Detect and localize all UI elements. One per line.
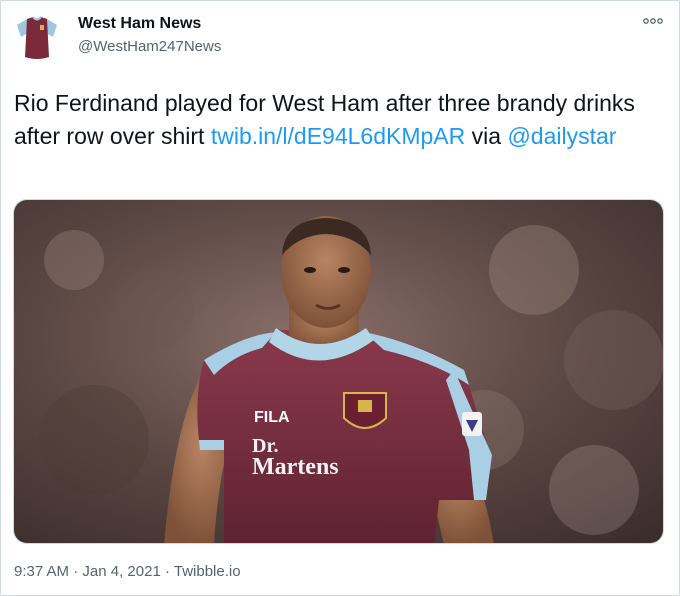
avatar[interactable]	[11, 9, 63, 61]
tweet-photo[interactable]: FILA Dr. Martens	[13, 199, 664, 544]
kit-brand-text: FILA	[254, 409, 290, 426]
tweet-link[interactable]: twib.in/l/dE94L6dKMpAR	[211, 123, 465, 149]
meta-separator: ·	[69, 563, 83, 580]
tweet-date[interactable]: Jan 4, 2021	[82, 563, 160, 580]
more-options-icon[interactable]	[641, 14, 665, 28]
tweet-source[interactable]: Twibble.io	[174, 563, 241, 580]
handle[interactable]: @WestHam247News	[78, 38, 221, 55]
display-name[interactable]: West Ham News	[78, 15, 201, 33]
tweet-meta: 9:37 AM · Jan 4, 2021 · Twibble.io	[14, 563, 241, 580]
claret-jersey-icon	[11, 9, 63, 61]
tweet-time[interactable]: 9:37 AM	[14, 563, 69, 580]
tweet-card[interactable]: West Ham News @WestHam247News Rio Ferdin…	[0, 0, 680, 596]
tweet-text: Rio Ferdinand played for West Ham after …	[14, 87, 669, 153]
meta-separator: ·	[160, 563, 174, 580]
tweet-via: via	[465, 123, 508, 149]
player-photo: FILA Dr. Martens	[14, 200, 663, 543]
mention-link[interactable]: @dailystar	[507, 123, 616, 149]
sponsor-line2: Martens	[252, 454, 339, 480]
